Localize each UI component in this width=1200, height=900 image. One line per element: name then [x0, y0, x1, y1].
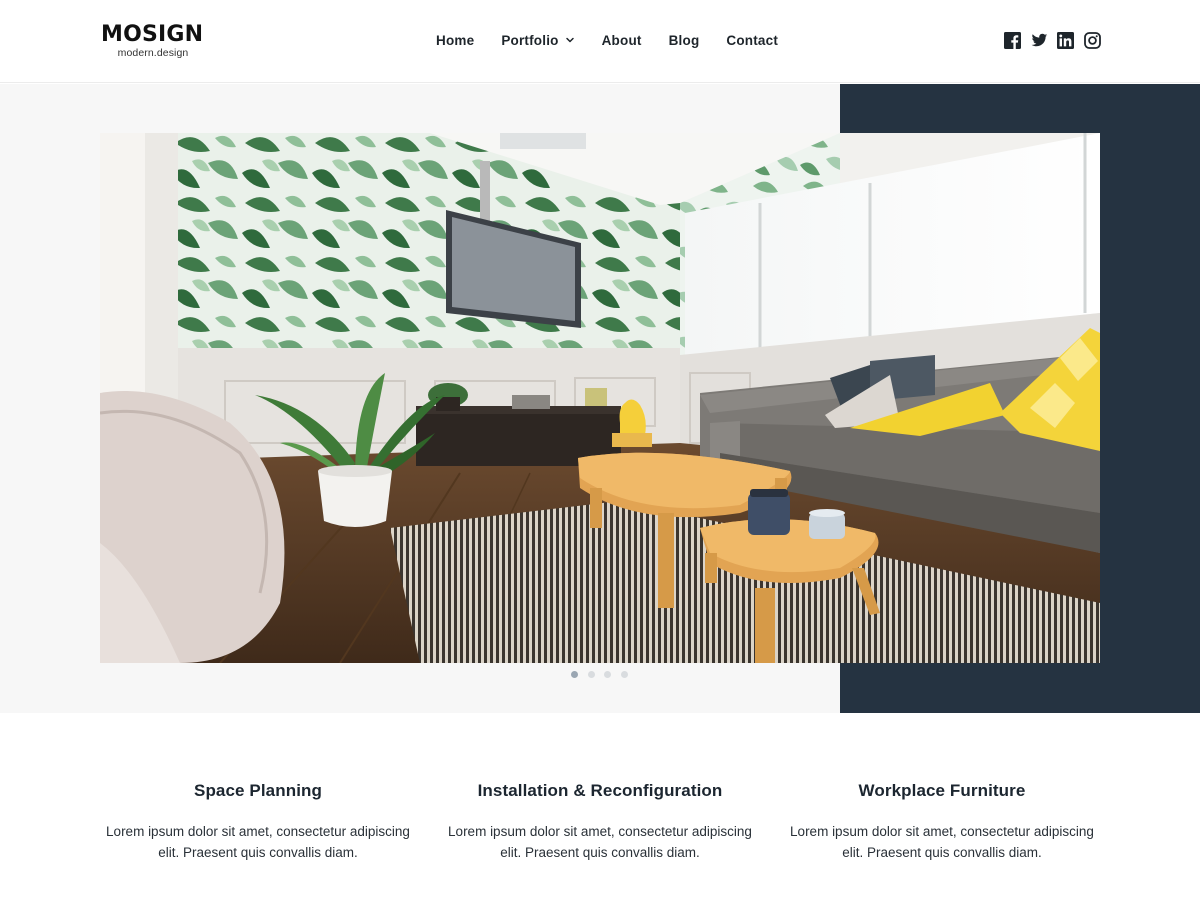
- service-description: Lorem ipsum dolor sit amet, consectetur …: [106, 824, 410, 860]
- nav-item-label: Home: [436, 32, 475, 48]
- chevron-down-icon: [565, 37, 574, 43]
- service-workplace-furniture: Workplace Furniture Lorem ipsum dolor si…: [782, 781, 1102, 863]
- service-installation: Installation & Reconfiguration Lorem ips…: [440, 781, 760, 863]
- instagram-icon[interactable]: [1083, 32, 1101, 49]
- service-title: Space Planning: [194, 781, 322, 800]
- nav-item-label: About: [601, 32, 642, 48]
- hero-section: [0, 84, 1200, 713]
- service-title: Workplace Furniture: [858, 781, 1026, 800]
- brand-name: MOSIGN: [101, 22, 204, 47]
- social-links: [1004, 32, 1101, 49]
- nav-item-about[interactable]: About: [602, 33, 642, 48]
- services-section: Space Planning Lorem ipsum dolor sit ame…: [0, 713, 1200, 900]
- brand-logo[interactable]: MOSIGN modern.design: [101, 22, 205, 59]
- twitter-icon[interactable]: [1031, 32, 1048, 49]
- nav-item-blog[interactable]: Blog: [669, 33, 700, 48]
- living-room-photo: [100, 133, 1100, 663]
- nav-item-label: Portfolio: [501, 32, 559, 48]
- slider-dot-3[interactable]: [604, 671, 611, 678]
- hero-slide-image[interactable]: [100, 133, 1100, 663]
- slider-dot-4[interactable]: [620, 671, 628, 678]
- nav-item-contact[interactable]: Contact: [726, 33, 778, 48]
- service-space-planning: Space Planning Lorem ipsum dolor sit ame…: [98, 781, 418, 863]
- nav-item-label: Blog: [668, 32, 700, 48]
- nav-item-portfolio[interactable]: Portfolio: [501, 33, 574, 48]
- slider-pagination: [571, 671, 628, 678]
- service-description: Lorem ipsum dolor sit amet, consectetur …: [790, 824, 1094, 860]
- linkedin-icon[interactable]: [1057, 32, 1074, 49]
- facebook-icon[interactable]: [1004, 32, 1021, 49]
- service-description: Lorem ipsum dolor sit amet, consectetur …: [448, 824, 752, 860]
- slider-dot-2[interactable]: [587, 671, 595, 678]
- service-title: Installation & Reconfiguration: [477, 781, 723, 800]
- nav-item-home[interactable]: Home: [436, 33, 474, 48]
- main-nav: Home Portfolio About Blog Contact: [436, 30, 778, 50]
- nav-item-label: Contact: [726, 32, 779, 48]
- slider-dot-1[interactable]: [571, 671, 578, 678]
- site-header: MOSIGN modern.design Home Portfolio Abou…: [0, 0, 1200, 83]
- brand-tagline: modern.design: [117, 47, 189, 59]
